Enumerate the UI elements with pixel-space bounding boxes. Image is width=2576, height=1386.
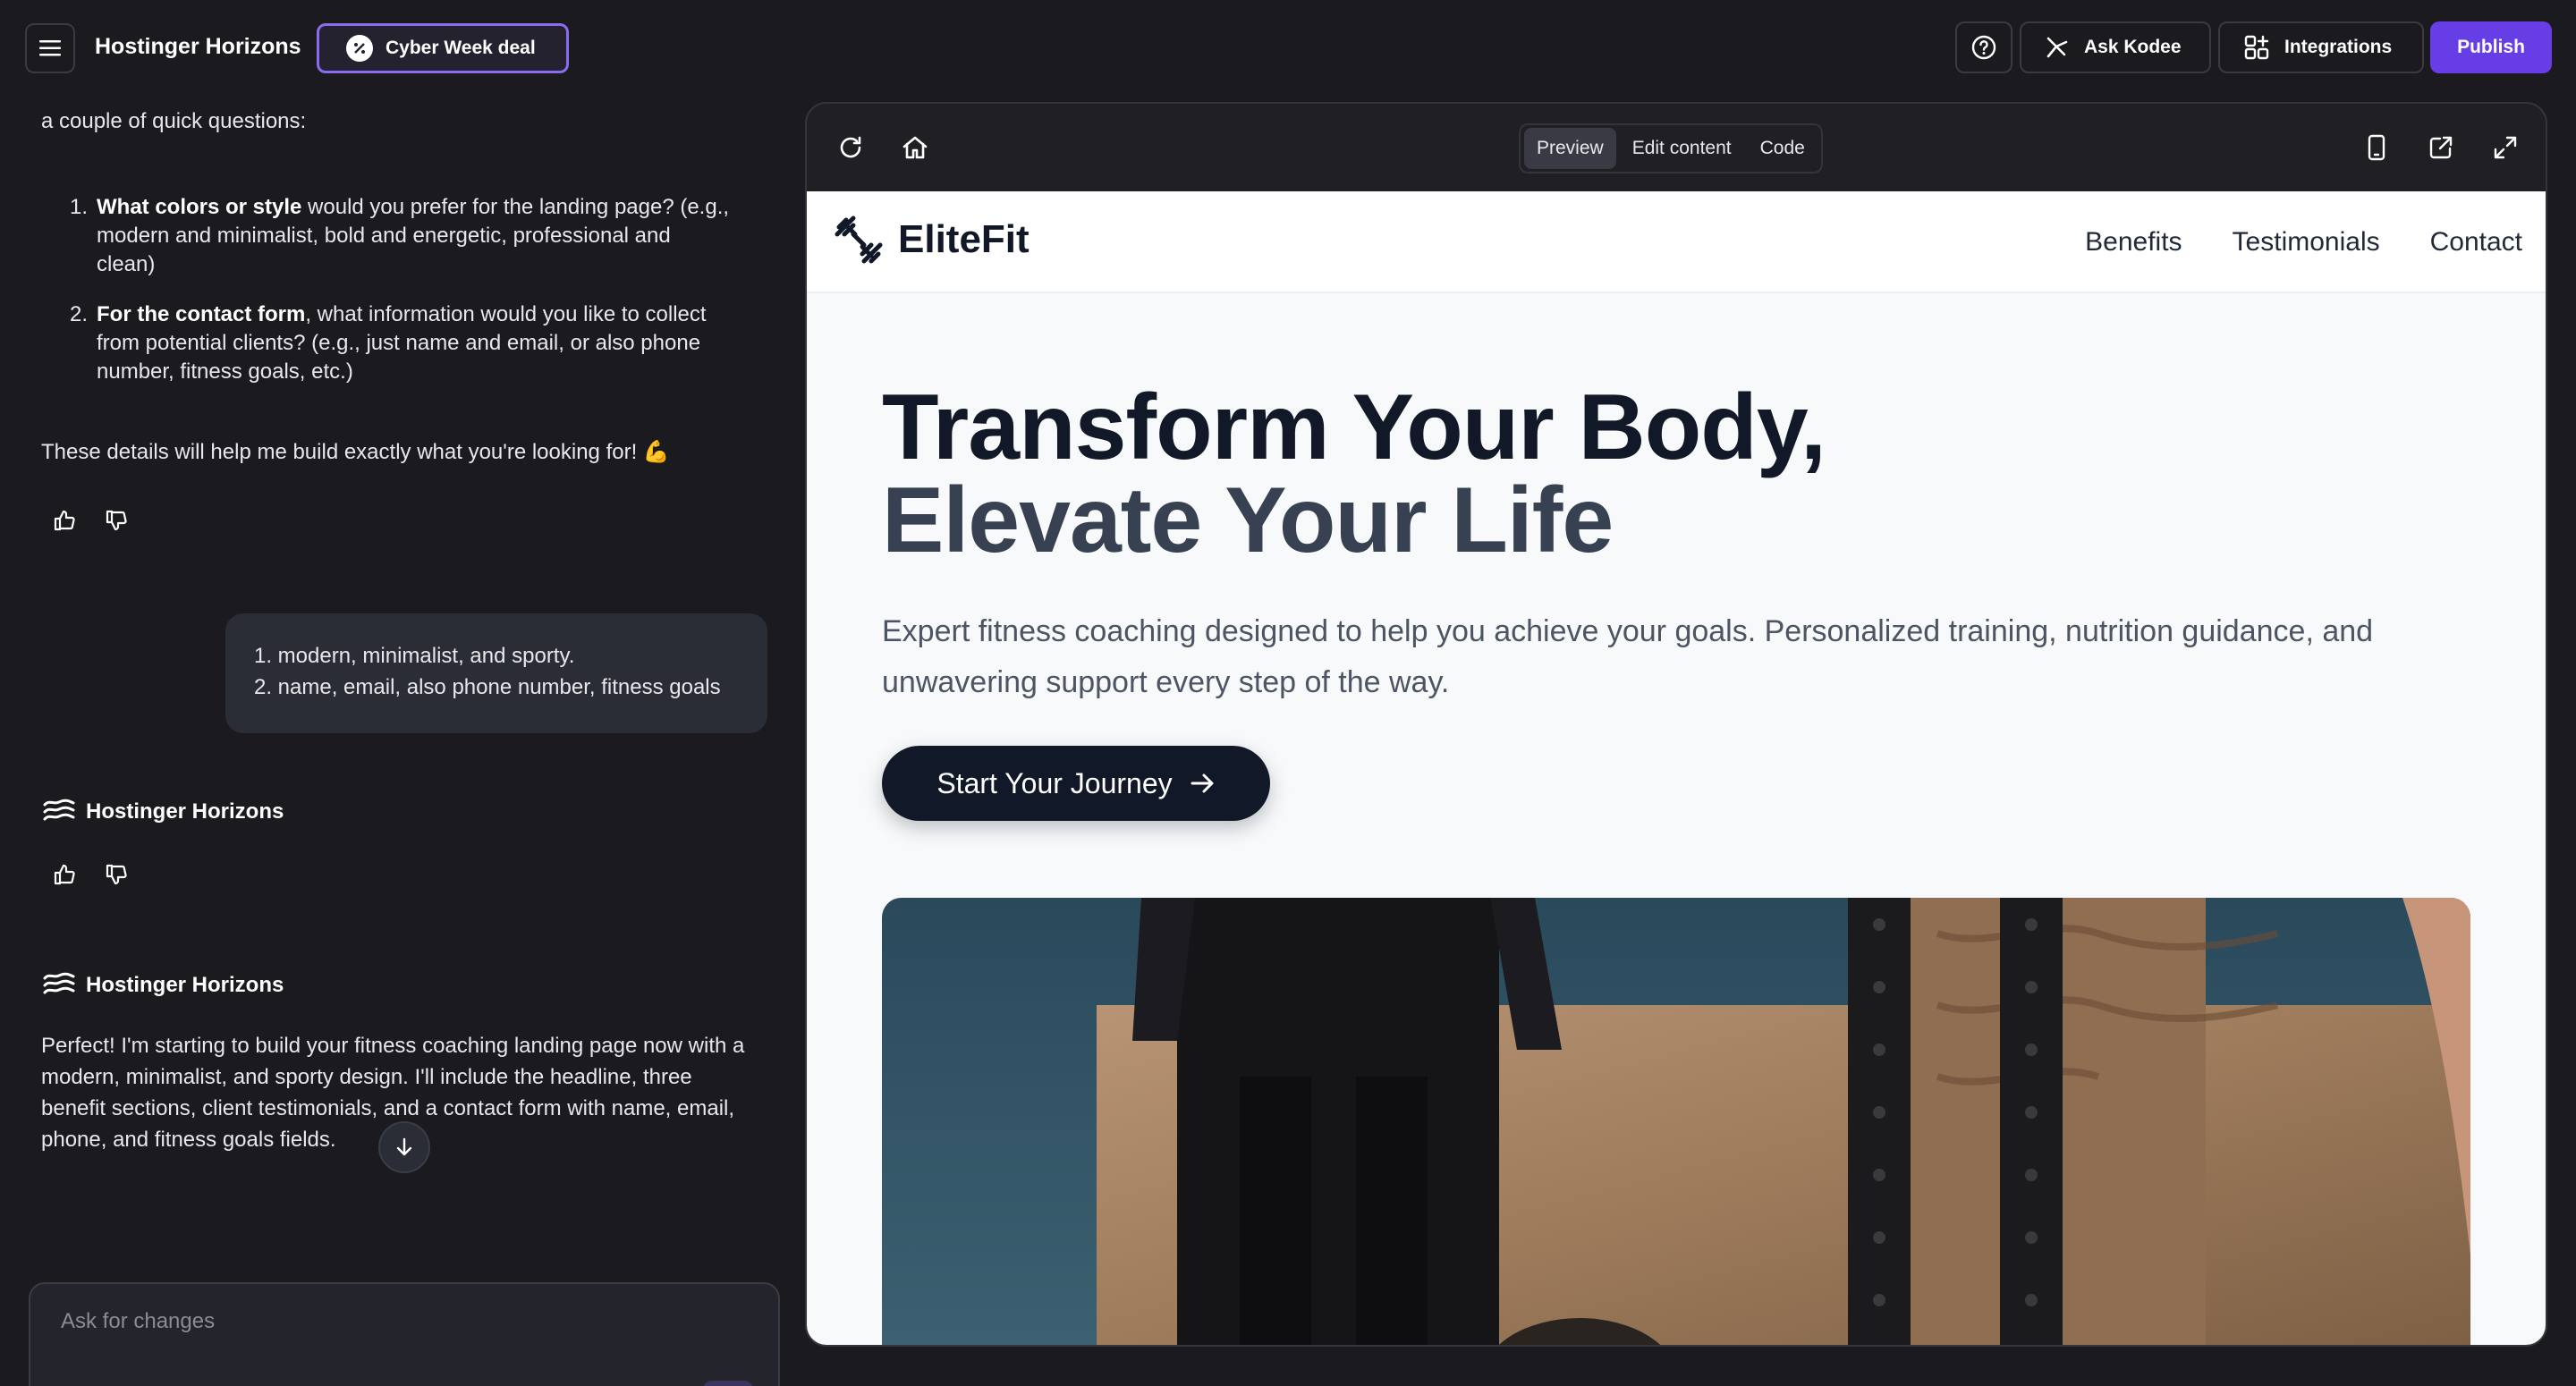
help-button[interactable] — [1955, 21, 2012, 73]
site-brand[interactable]: EliteFit — [834, 215, 1030, 265]
external-link-icon — [2429, 136, 2453, 159]
discount-icon — [346, 35, 373, 62]
fullscreen-button[interactable] — [2483, 125, 2528, 170]
thumbs-up-icon[interactable] — [52, 862, 77, 887]
website-preview: EliteFit Benefits Testimonials Contact T… — [807, 191, 2546, 1345]
assistant-header: Hostinger Horizons — [43, 971, 284, 1000]
menu-icon — [39, 40, 61, 56]
dumbbell-icon — [835, 216, 883, 264]
feedback-buttons — [52, 862, 129, 887]
site-brand-name: EliteFit — [898, 217, 1030, 261]
list-number: 1. — [69, 195, 88, 219]
voice-input-button[interactable] — [648, 1381, 698, 1386]
cta-label: Start Your Journey — [936, 766, 1173, 799]
site-navbar: EliteFit Benefits Testimonials Contact — [807, 191, 2546, 293]
hero-headline: Transform Your Body, Elevate Your Life — [882, 381, 1826, 567]
view-mode-tabs: Preview Edit content Code — [1519, 123, 1823, 173]
horizons-logo-icon — [43, 972, 75, 994]
tab-preview[interactable]: Preview — [1524, 128, 1616, 169]
user-message-line: 1. modern, minimalist, and sporty. — [254, 644, 575, 668]
site-nav-links: Benefits Testimonials Contact — [2085, 227, 2522, 258]
user-message-line: 2. name, email, also phone number, fitne… — [254, 675, 721, 699]
send-button[interactable] — [703, 1381, 753, 1386]
list-item: 1. What colors or style would you prefer… — [66, 193, 764, 279]
assistant-name: Hostinger Horizons — [86, 799, 284, 824]
user-message-bubble: 1. modern, minimalist, and sporty. 2. na… — [225, 613, 767, 733]
preview-panel: Preview Edit content Code EliteFit Benef… — [805, 102, 2547, 1347]
home-button[interactable] — [893, 125, 937, 170]
deal-label: Cyber Week deal — [386, 38, 536, 58]
thumbs-down-icon[interactable] — [104, 508, 129, 533]
message-composer — [29, 1282, 780, 1386]
question-text: from potential clients? (e.g., just name… — [97, 331, 701, 355]
arrow-right-icon — [1191, 773, 1214, 793]
app-title: Hostinger Horizons — [95, 34, 301, 59]
hero-image — [882, 898, 2470, 1345]
thumbs-up-icon[interactable] — [52, 508, 77, 533]
hero-headline-line-2: Elevate Your Life — [882, 469, 1614, 572]
nav-link-benefits[interactable]: Benefits — [2085, 227, 2182, 258]
nav-link-testimonials[interactable]: Testimonials — [2233, 227, 2380, 258]
expand-icon — [2494, 136, 2517, 159]
reload-button[interactable] — [828, 125, 873, 170]
nav-link-contact[interactable]: Contact — [2430, 227, 2522, 258]
preview-toolbar: Preview Edit content Code — [807, 104, 2546, 191]
assistant-header: Hostinger Horizons — [43, 798, 284, 826]
horizons-logo-icon — [43, 799, 75, 821]
list-number: 2. — [69, 302, 88, 326]
hero-subheadline: Expert fitness coaching designed to help… — [882, 614, 2374, 699]
select-element-button[interactable] — [113, 1381, 163, 1386]
chat-input[interactable] — [61, 1309, 741, 1334]
integrations-label: Integrations — [2284, 37, 2393, 57]
mobile-view-button[interactable] — [2354, 125, 2399, 170]
question-list: 1. What colors or style would you prefer… — [66, 193, 764, 408]
list-item: 2. For the contact form, what informatio… — [66, 300, 764, 386]
attach-image-button[interactable] — [59, 1381, 109, 1386]
mobile-icon — [2368, 134, 2385, 161]
publish-button[interactable]: Publish — [2430, 21, 2552, 73]
chat-panel: a couple of quick questions: 1. What col… — [0, 95, 787, 1386]
kodee-icon — [2046, 37, 2068, 58]
question-text: clean) — [97, 252, 156, 276]
question-bold-text: What colors or style — [97, 195, 302, 219]
question-bold-text: For the contact form — [97, 302, 306, 326]
tab-code[interactable]: Code — [1748, 128, 1818, 169]
thumbs-down-icon[interactable] — [104, 862, 129, 887]
assistant-name: Hostinger Horizons — [86, 973, 284, 997]
integrations-icon — [2244, 35, 2269, 60]
integrations-button[interactable]: Integrations — [2218, 21, 2424, 73]
assistant-details-text: These details will help me build exactly… — [41, 440, 670, 464]
arrow-down-icon — [396, 1137, 412, 1156]
ask-kodee-button[interactable]: Ask Kodee — [2020, 21, 2211, 73]
question-text: modern and minimalist, bold and energeti… — [97, 224, 671, 248]
question-text: , what information would you like to col… — [305, 302, 707, 326]
tab-edit-content[interactable]: Edit content — [1620, 128, 1744, 169]
home-icon — [902, 136, 928, 159]
hero-headline-line-1: Transform Your Body, — [882, 376, 1826, 479]
start-journey-button[interactable]: Start Your Journey — [882, 746, 1270, 821]
open-in-new-tab-button[interactable] — [2419, 125, 2463, 170]
menu-button[interactable] — [25, 23, 75, 73]
refresh-icon — [840, 136, 861, 158]
assistant-intro-text: a couple of quick questions: — [41, 109, 307, 133]
top-bar: Hostinger Horizons Cyber Week deal Ask K… — [0, 0, 2576, 95]
question-text: number, fitness goals, etc.) — [97, 359, 353, 384]
feedback-buttons — [52, 508, 129, 533]
help-icon — [1971, 35, 1996, 60]
question-text: would you prefer for the landing page? (… — [301, 195, 730, 219]
ask-kodee-label: Ask Kodee — [2084, 37, 2182, 57]
scroll-to-bottom-button[interactable] — [378, 1121, 430, 1173]
cyber-week-deal-button[interactable]: Cyber Week deal — [317, 23, 569, 73]
